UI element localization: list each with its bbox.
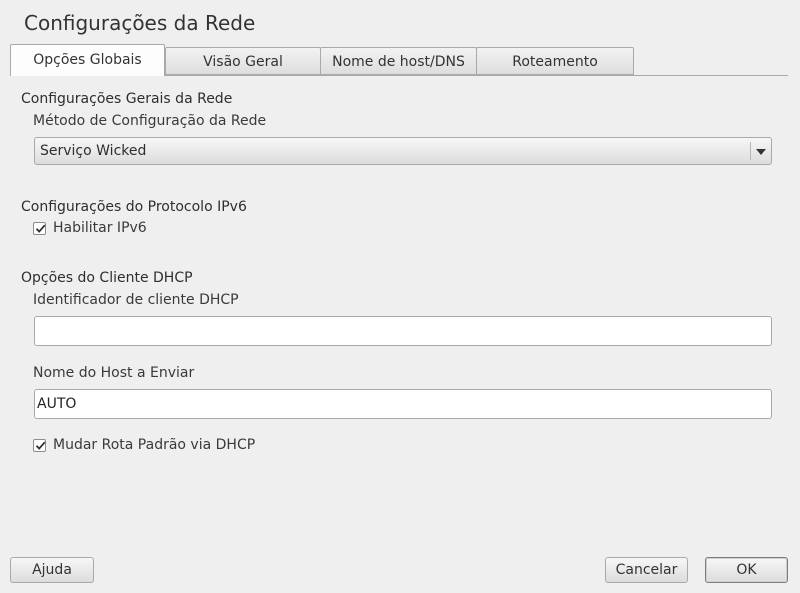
tab-label: Opções Globais bbox=[33, 52, 142, 68]
method-label: Método de Configuração da Rede bbox=[33, 113, 267, 129]
enable-ipv6-checkbox[interactable] bbox=[33, 222, 46, 235]
general-section-title: Configurações Gerais da Rede bbox=[21, 91, 233, 107]
help-button[interactable]: Ajuda bbox=[10, 557, 94, 583]
ipv6-section-title: Configurações do Protocolo IPv6 bbox=[21, 199, 247, 215]
method-combobox[interactable]: Serviço Wicked bbox=[34, 137, 772, 165]
tab-label: Nome de host/DNS bbox=[332, 54, 465, 70]
help-button-label: Ajuda bbox=[32, 562, 72, 578]
tab-nome-de-host-dns[interactable]: Nome de host/DNS bbox=[320, 47, 477, 75]
method-combobox-value: Serviço Wicked bbox=[40, 143, 147, 159]
tab-label: Visão Geral bbox=[203, 54, 283, 70]
client-id-input[interactable] bbox=[34, 316, 772, 346]
dialog-title: Configurações da Rede bbox=[24, 11, 256, 35]
tab-roteamento[interactable]: Roteamento bbox=[476, 47, 634, 75]
checkmark-icon bbox=[35, 441, 46, 450]
dhcp-section-title: Opções do Cliente DHCP bbox=[21, 270, 193, 286]
enable-ipv6-label[interactable]: Habilitar IPv6 bbox=[53, 220, 147, 236]
default-route-label[interactable]: Mudar Rota Padrão via DHCP bbox=[53, 437, 255, 453]
tab-opcoes-globais[interactable]: Opções Globais bbox=[10, 44, 165, 76]
hostname-label: Nome do Host a Enviar bbox=[33, 365, 195, 381]
cancel-button[interactable]: Cancelar bbox=[605, 557, 688, 583]
ok-button[interactable]: OK bbox=[705, 557, 788, 583]
cancel-button-label: Cancelar bbox=[615, 562, 678, 578]
tab-visao-geral[interactable]: Visão Geral bbox=[165, 47, 321, 75]
checkmark-icon bbox=[35, 224, 46, 233]
tab-label: Roteamento bbox=[512, 54, 598, 70]
hostname-input[interactable] bbox=[34, 389, 772, 419]
ok-button-label: OK bbox=[736, 562, 757, 578]
chevron-down-icon[interactable] bbox=[756, 149, 766, 155]
default-route-checkbox[interactable] bbox=[33, 439, 46, 452]
combobox-separator bbox=[750, 142, 751, 160]
client-id-label: Identificador de cliente DHCP bbox=[33, 292, 239, 308]
